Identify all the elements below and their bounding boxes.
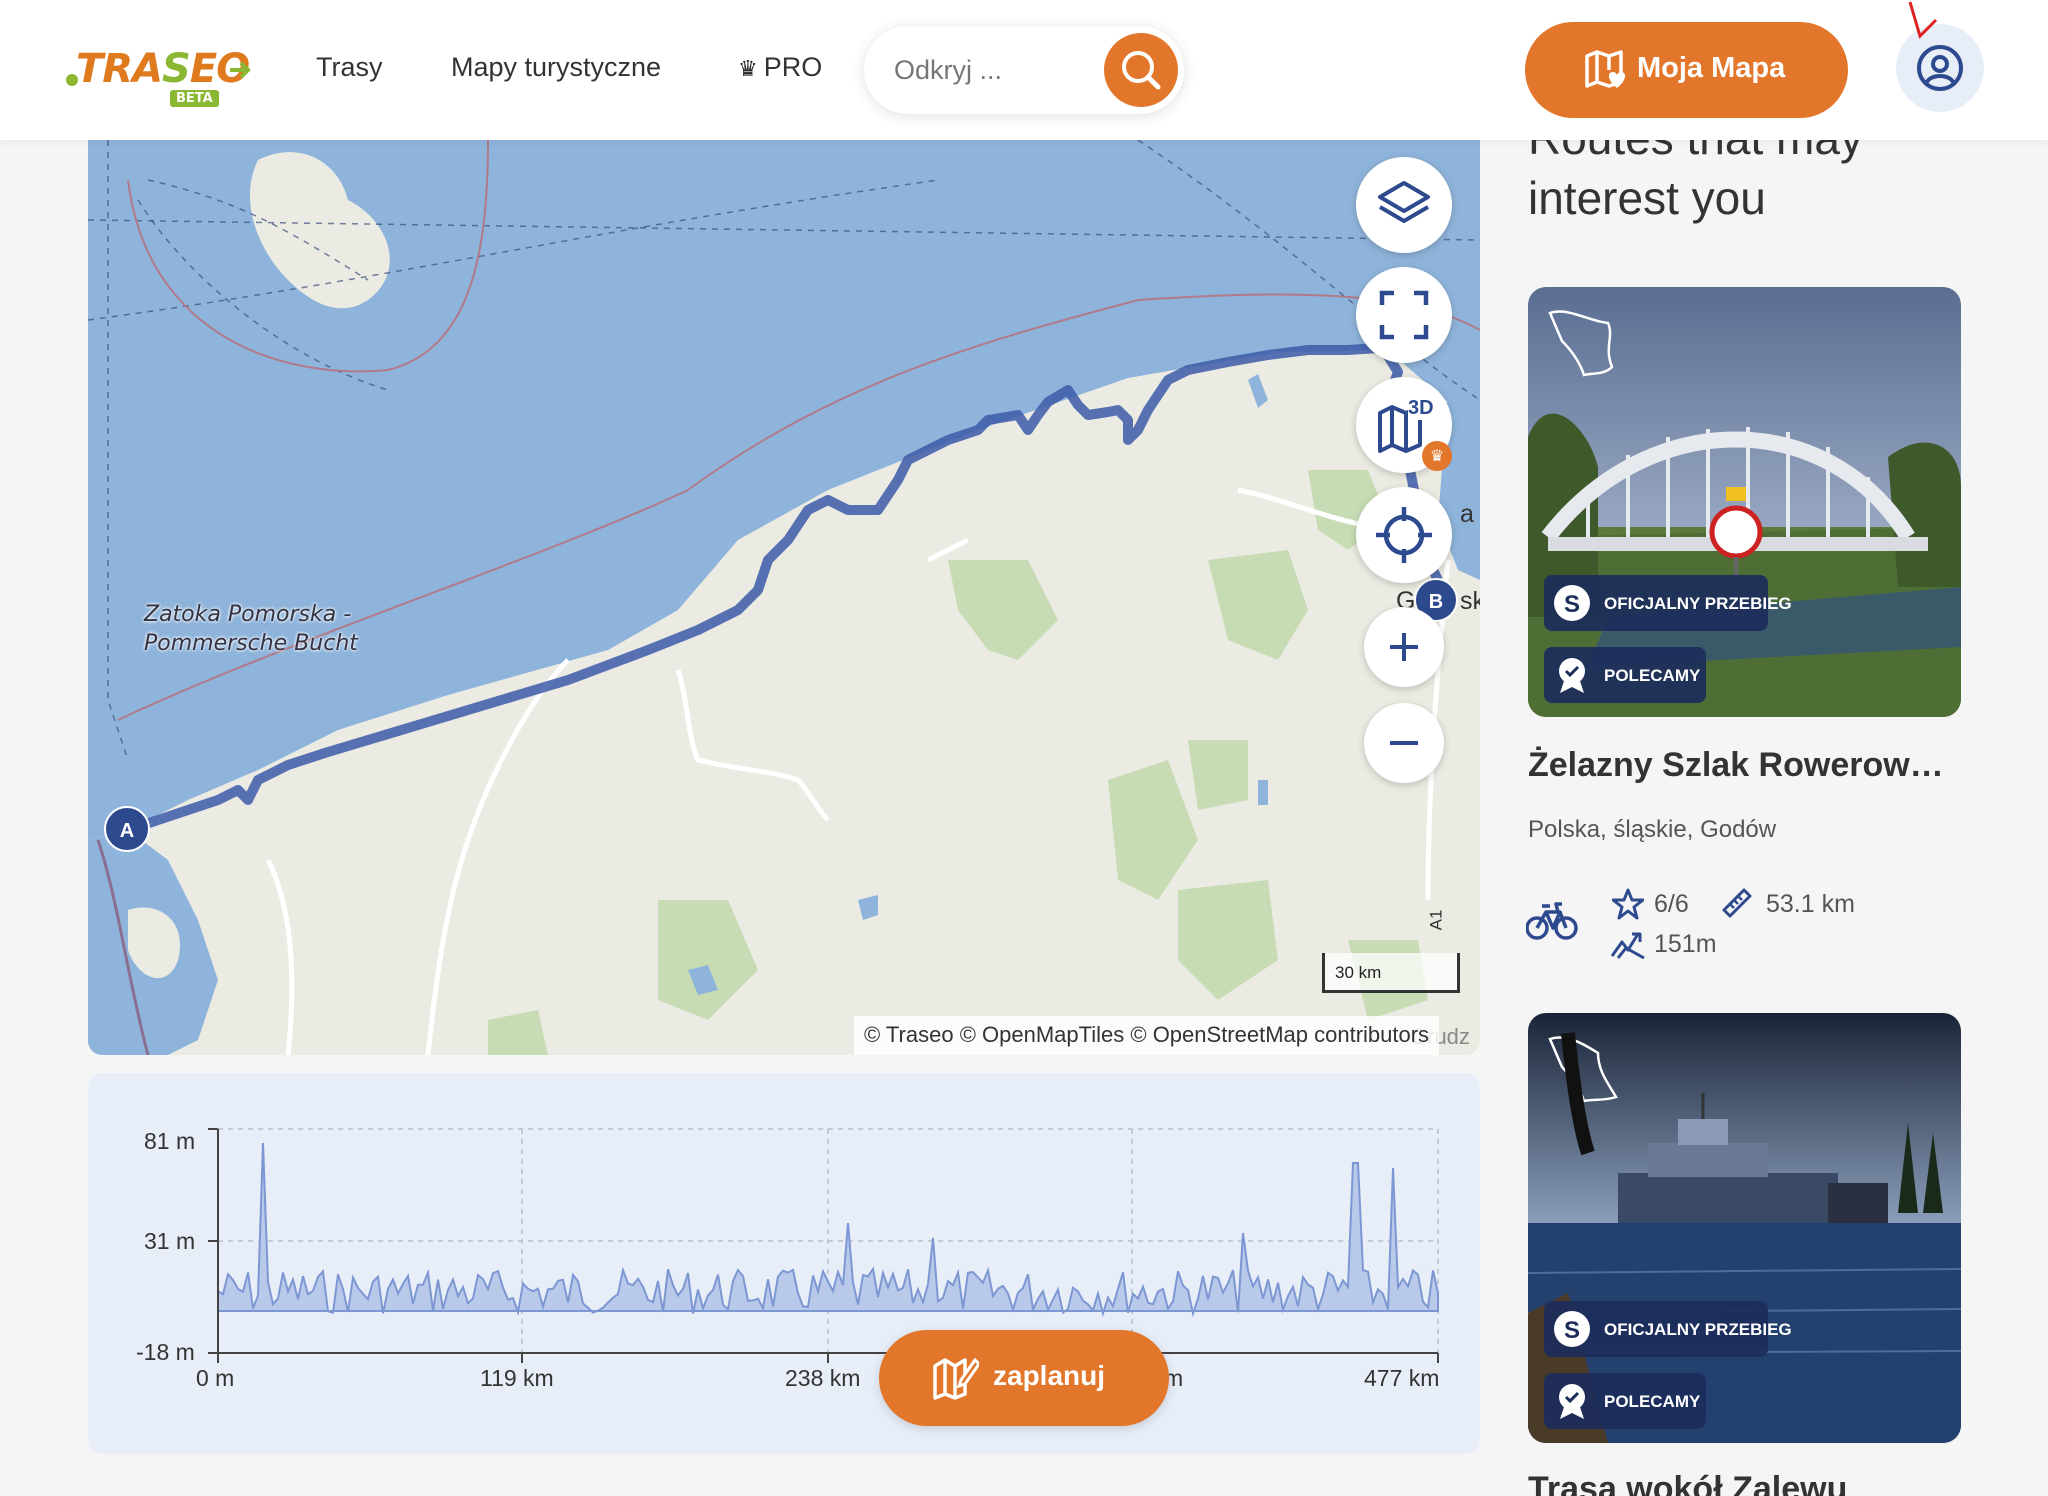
plan-route-button[interactable]: zaplanuj xyxy=(879,1330,1169,1426)
route-card-1-distance: 53.1 km xyxy=(1766,890,1855,918)
search-input[interactable] xyxy=(894,48,1094,92)
route-card-1-image[interactable]: S OFICJALNY PRZEBIEG POLECAMY xyxy=(1528,287,1961,717)
route-card-2-image[interactable]: S OFICJALNY PRZEBIEG POLECAMY xyxy=(1528,1013,1961,1443)
start-marker[interactable]: A xyxy=(104,806,150,852)
search-button[interactable] xyxy=(1104,33,1178,107)
map-heart-icon xyxy=(1585,50,1626,88)
search-icon xyxy=(1122,51,1161,90)
x-label-2: 238 km xyxy=(785,1365,861,1391)
x-label-4: 477 km xyxy=(1364,1365,1440,1391)
my-map-label: Moja Mapa xyxy=(1637,52,1786,84)
y-label-min: -18 m xyxy=(136,1339,195,1365)
road-label: A1 xyxy=(1426,909,1446,931)
svg-text:S: S xyxy=(1564,1317,1580,1344)
pro-crown-icon: ♛ xyxy=(1422,441,1452,471)
plan-label: zaplanuj xyxy=(993,1360,1106,1391)
plus-icon xyxy=(1390,633,1418,661)
minus-icon xyxy=(1390,741,1418,745)
nav-mapy-turystyczne[interactable]: Mapy turystyczne xyxy=(451,52,661,83)
crown-icon: ♛ xyxy=(738,56,758,81)
map-attribution[interactable]: © Traseo © OpenMapTiles © OpenStreetMap … xyxy=(854,1016,1440,1055)
town-label-partial-2: sk xyxy=(1460,587,1480,615)
my-map-button[interactable]: Moja Mapa xyxy=(1525,22,1848,118)
3d-label: 3D xyxy=(1408,397,1434,420)
ruler-icon xyxy=(1722,888,1752,918)
site-header: TRASEO BETA Trasy Mapy turystyczne ♛ PRO … xyxy=(0,0,2048,140)
badge-official-route-2: S OFICJALNY PRZEBIEG xyxy=(1544,1301,1792,1357)
map-scale: 30 km xyxy=(1322,953,1460,993)
layers-button[interactable] xyxy=(1356,157,1452,253)
bicycle-icon xyxy=(1526,902,1578,940)
official-route-icon-2: S xyxy=(1554,1311,1590,1347)
3d-view-button[interactable]: 3D ♛ xyxy=(1356,377,1452,473)
nav-pro[interactable]: ♛ PRO xyxy=(738,52,822,83)
fullscreen-button[interactable] xyxy=(1356,267,1452,363)
plan-edit-icon xyxy=(933,1357,979,1400)
town-label-partial-3: a xyxy=(1460,500,1474,528)
award-ribbon-icon xyxy=(1559,658,1585,693)
svg-text:S: S xyxy=(1564,591,1580,618)
badge-recommended-2: POLECAMY xyxy=(1544,1373,1706,1429)
elevation-profile[interactable]: 81 m 31 m -18 m 0 m 119 km 238 km m 477 … xyxy=(88,1073,1480,1454)
map-canvas[interactable] xyxy=(88,140,1480,1055)
badge-recommended: POLECAMY xyxy=(1544,647,1706,703)
route-card-1-title[interactable]: Żelazny Szlak Rowerowy ... xyxy=(1528,746,1961,785)
user-avatar-button[interactable] xyxy=(1896,1,1984,112)
official-route-icon: S xyxy=(1554,585,1590,621)
y-label-max: 81 m xyxy=(144,1128,196,1154)
logo-wordmark: TRASEO xyxy=(76,46,250,92)
avatar-annotation-mark xyxy=(1908,1,1938,39)
search-box xyxy=(864,26,1184,114)
elevation-chart xyxy=(208,1128,1439,1363)
nav-trasy[interactable]: Trasy xyxy=(316,52,383,83)
route-map[interactable]: Zatoka Pomorska - Pommersche Bucht A B G… xyxy=(88,140,1480,1055)
y-label-mid: 31 m xyxy=(144,1228,196,1254)
ascent-icon xyxy=(1610,932,1645,960)
x-label-0: 0 m xyxy=(196,1365,235,1391)
traseo-logo[interactable]: TRASEO BETA xyxy=(62,40,252,110)
logo-arrow-icon xyxy=(230,61,251,79)
layers-icon xyxy=(1378,181,1430,223)
award-ribbon-icon-2 xyxy=(1559,1384,1585,1419)
star-icon xyxy=(1612,888,1644,920)
zoom-in-button[interactable] xyxy=(1364,607,1444,687)
route-card-1-location: Polska, śląskie, Godów xyxy=(1528,816,1777,843)
x-label-1: 119 km xyxy=(480,1365,554,1391)
crosshair-icon xyxy=(1376,507,1432,563)
sea-label: Zatoka Pomorska - Pommersche Bucht xyxy=(144,602,358,656)
route-card-1-rating: 6/6 xyxy=(1654,890,1689,918)
user-icon xyxy=(1917,45,1963,91)
route-card-2-title[interactable]: Trasa wokół Zalewu xyxy=(1528,1470,1847,1496)
badge-official-route: S OFICJALNY PRZEBIEG xyxy=(1544,575,1792,631)
logo-beta-badge: BETA xyxy=(170,90,219,107)
route-card-1-ascent: 151m xyxy=(1654,930,1717,958)
fullscreen-icon xyxy=(1379,290,1429,340)
zoom-out-button[interactable] xyxy=(1364,703,1444,783)
locate-button[interactable] xyxy=(1356,487,1452,583)
